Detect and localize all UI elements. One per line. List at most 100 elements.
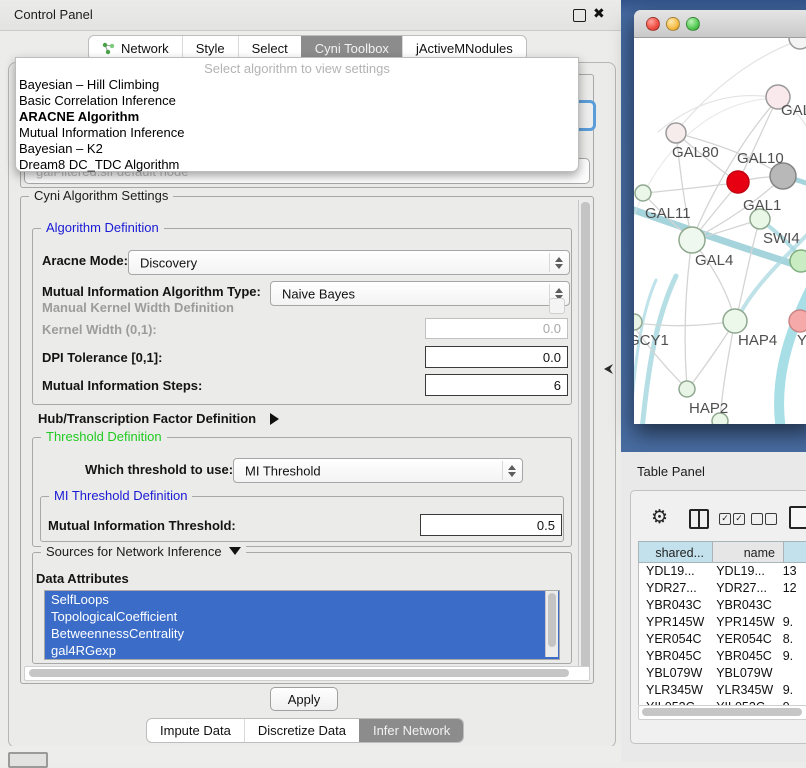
algorithm-option[interactable]: Bayesian – Hill Climbing: [19, 77, 575, 93]
table-hscroll-thumb[interactable]: [642, 708, 802, 716]
network-window-titlebar[interactable]: [634, 10, 806, 38]
network-edge[interactable]: [642, 276, 676, 424]
algorithm-option[interactable]: ARACNE Algorithm: [19, 109, 575, 125]
network-edge[interactable]: [644, 183, 737, 193]
data-attribute-item[interactable]: TopologicalCoefficient: [45, 608, 559, 625]
table-column-header[interactable]: shared...: [638, 541, 713, 563]
table-row[interactable]: YBL079WYBL079W: [639, 665, 806, 682]
close-icon[interactable]: ✖: [593, 5, 605, 22]
table-cell: 9.: [776, 682, 806, 699]
tab-discretize-data[interactable]: Discretize Data: [244, 719, 359, 742]
tab-infer-label: Infer Network: [373, 723, 450, 738]
table-cell: YER054C: [639, 631, 709, 648]
unchecked-checkbox-icon[interactable]: [751, 513, 763, 525]
mi-type-combo[interactable]: Naive Bayes: [270, 281, 570, 306]
bottom-strip: [0, 746, 621, 762]
sources-group-title[interactable]: Sources for Network Inference: [41, 544, 246, 559]
settings-vscroll-thumb[interactable]: [581, 202, 590, 672]
node-label: SWI4: [763, 230, 800, 247]
node-label: Y: [797, 332, 806, 349]
network-node[interactable]: [679, 227, 705, 253]
hub-definition-label: Hub/Transcription Factor Definition: [38, 411, 256, 426]
table-cell: YDR27...: [709, 580, 776, 597]
attributes-vscroll[interactable]: [545, 591, 558, 657]
network-node[interactable]: [666, 123, 686, 143]
table-cell: YLR345W: [709, 682, 776, 699]
data-attribute-item[interactable]: BetweennessCentrality: [45, 625, 559, 642]
checked-checkbox-icon[interactable]: ✓: [733, 513, 745, 525]
settings-hscroll-thumb[interactable]: [29, 669, 569, 677]
network-edge[interactable]: [736, 219, 760, 320]
table-column-header[interactable]: name: [713, 541, 784, 563]
data-attribute-item[interactable]: gal4RGexp: [45, 642, 559, 659]
tab-infer-network[interactable]: Infer Network: [359, 719, 463, 742]
data-attribute-item[interactable]: SelfLoops: [45, 591, 559, 608]
data-attributes-label: Data Attributes: [36, 571, 129, 586]
table-cell: YBL079W: [639, 665, 709, 682]
network-edge[interactable]: [634, 321, 735, 326]
algorithm-option[interactable]: Dream8 DC_TDC Algorithm: [19, 157, 575, 173]
network-node[interactable]: [789, 38, 806, 49]
close-traffic-light[interactable]: [646, 17, 660, 31]
unchecked-checkbox-icon[interactable]: [765, 513, 777, 525]
tab-discretize-label: Discretize Data: [258, 723, 346, 738]
network-node[interactable]: [789, 310, 806, 332]
sources-title-text: Sources for Network Inference: [46, 544, 222, 559]
network-node[interactable]: [635, 185, 651, 201]
table-horizontal-scrollbar[interactable]: [638, 705, 806, 720]
table-cell: YBL079W: [709, 665, 776, 682]
minimize-traffic-light[interactable]: [666, 17, 680, 31]
network-node[interactable]: [679, 381, 695, 397]
hub-definition-disclosure[interactable]: Hub/Transcription Factor Definition: [38, 410, 279, 428]
table-row[interactable]: YDL19...YDL19...13: [639, 563, 806, 580]
network-edge[interactable]: [779, 286, 806, 424]
mi-type-value: Naive Bayes: [282, 286, 355, 301]
manual-kernel-checkbox: [549, 298, 565, 314]
table-cell: YDL19...: [709, 563, 776, 580]
table-cell: YDL19...: [639, 563, 709, 580]
mi-steps-field[interactable]: [425, 374, 568, 396]
algorithm-option[interactable]: Mutual Information Inference: [19, 125, 575, 141]
stepper-arrows-icon: [502, 461, 520, 480]
aracne-mode-combo[interactable]: Discovery: [128, 250, 570, 275]
network-node[interactable]: [723, 309, 747, 333]
zoom-traffic-light[interactable]: [686, 17, 700, 31]
mi-steps-label: Mutual Information Steps:: [42, 378, 202, 393]
apply-button[interactable]: Apply: [270, 687, 338, 711]
data-attributes-list: SelfLoopsTopologicalCoefficientBetweenne…: [44, 590, 560, 660]
network-edge[interactable]: [685, 240, 692, 388]
table-cell: 12: [776, 580, 806, 597]
attributes-vscroll-thumb[interactable]: [548, 593, 556, 647]
table-row[interactable]: YPR145WYPR145W9.: [639, 614, 806, 631]
minimized-panel-button[interactable]: [8, 752, 48, 768]
mi-threshold-field[interactable]: [420, 514, 562, 536]
threshold-definition-title: Threshold Definition: [41, 429, 167, 444]
table-cell: [776, 597, 806, 614]
table-row[interactable]: YBR045CYBR045C9.: [639, 648, 806, 665]
dpi-tolerance-field[interactable]: [425, 346, 568, 368]
float-window-icon[interactable]: [573, 9, 586, 22]
table-cell: YBR045C: [639, 648, 709, 665]
split-columns-icon[interactable]: [689, 509, 709, 529]
network-node[interactable]: [790, 250, 806, 272]
gear-icon[interactable]: ⚙: [651, 506, 668, 529]
settings-horizontal-scrollbar[interactable]: [24, 666, 590, 681]
algorithm-definition-title: Algorithm Definition: [41, 220, 164, 235]
table-cell: 9.: [776, 614, 806, 631]
tab-impute-data[interactable]: Impute Data: [147, 719, 244, 742]
network-node[interactable]: [727, 171, 749, 193]
network-graph[interactable]: GALGAL80GAL10GAL1GAL11SWI4GAL4GCY1HAP4YH…: [634, 38, 806, 424]
table-row[interactable]: YDR27...YDR27...12: [639, 580, 806, 597]
node-label: GAL1: [743, 197, 781, 214]
network-view-window: GALGAL80GAL10GAL1GAL11SWI4GAL4GCY1HAP4YH…: [634, 10, 806, 424]
algorithm-option[interactable]: Bayesian – K2: [19, 141, 575, 157]
algorithm-option[interactable]: Basic Correlation Inference: [19, 93, 575, 109]
table-row[interactable]: YER054CYER054C8.: [639, 631, 806, 648]
which-threshold-combo[interactable]: MI Threshold: [233, 458, 523, 483]
settings-vertical-scrollbar[interactable]: [578, 200, 592, 678]
table-column-header[interactable]: A: [784, 541, 806, 563]
document-icon[interactable]: [789, 506, 806, 529]
table-row[interactable]: YLR345WYLR345W9.: [639, 682, 806, 699]
checked-checkbox-icon[interactable]: ✓: [719, 513, 731, 525]
table-row[interactable]: YBR043CYBR043C: [639, 597, 806, 614]
